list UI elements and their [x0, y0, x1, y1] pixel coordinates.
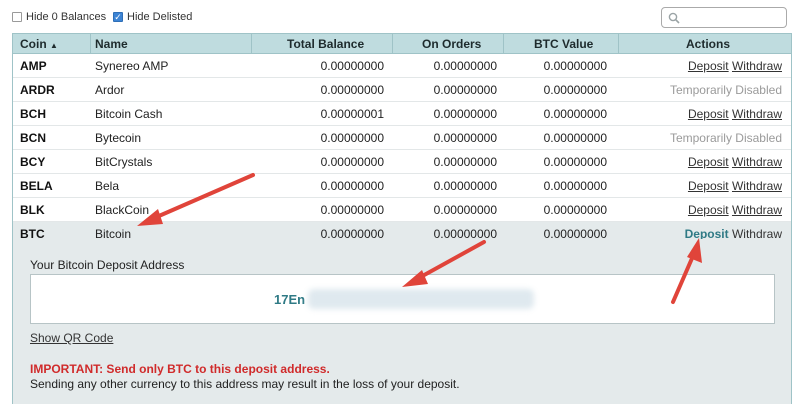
coin-symbol: ARDR — [20, 83, 55, 97]
total-balance: 0.00000000 — [320, 83, 384, 97]
deposit-link[interactable]: Deposit — [688, 59, 729, 73]
withdraw-link[interactable]: Withdraw — [732, 59, 782, 73]
search-input[interactable] — [661, 7, 787, 28]
header-total-balance[interactable]: Total Balance — [287, 37, 364, 51]
coin-name: BlackCoin — [95, 203, 150, 217]
hide-delisted-checkbox[interactable]: ✓ Hide Delisted — [113, 11, 192, 23]
header-name[interactable]: Name — [95, 37, 128, 51]
header-actions: Actions — [686, 37, 731, 51]
address-redaction — [308, 289, 534, 309]
deposit-link[interactable]: Deposit — [688, 179, 729, 193]
total-balance: 0.00000000 — [320, 131, 384, 145]
warning-note: Sending any other currency to this addre… — [30, 377, 460, 391]
withdraw-link[interactable]: Withdraw — [732, 107, 782, 121]
header-btc-value[interactable]: BTC Value — [534, 37, 593, 51]
coin-symbol: AMP — [20, 59, 47, 73]
on-orders: 0.00000000 — [433, 107, 497, 121]
important-warning: IMPORTANT: Send only BTC to this deposit… — [30, 362, 330, 376]
coin-name: BitCrystals — [95, 155, 153, 169]
btc-value: 0.00000000 — [543, 83, 607, 97]
table-row[interactable]: BCY BitCrystals 0.00000000 0.00000000 0.… — [13, 150, 791, 174]
btc-value: 0.00000000 — [543, 155, 607, 169]
on-orders: 0.00000000 — [433, 203, 497, 217]
btc-value: 0.00000000 — [543, 203, 607, 217]
coin-symbol: BCY — [20, 155, 46, 169]
table-row[interactable]: BCN Bytecoin 0.00000000 0.00000000 0.000… — [13, 126, 791, 150]
deposit-address[interactable]: 17En — [274, 292, 305, 307]
hide-zero-balances-checkbox[interactable]: Hide 0 Balances — [12, 11, 106, 23]
on-orders: 0.00000000 — [433, 59, 497, 73]
withdraw-link[interactable]: Withdraw — [732, 203, 782, 217]
coin-name: Bitcoin Cash — [95, 107, 163, 121]
hide-delisted-label: Hide Delisted — [127, 11, 193, 23]
table-row[interactable]: ARDR Ardor 0.00000000 0.00000000 0.00000… — [13, 78, 791, 102]
deposit-link[interactable]: Deposit — [688, 203, 729, 217]
checkbox-box[interactable] — [12, 12, 22, 22]
total-balance: 0.00000000 — [320, 179, 384, 193]
row-actions: Deposit Withdraw — [688, 203, 782, 217]
header-coin[interactable]: Coin ▲ — [20, 37, 58, 51]
coin-name: Synereo AMP — [95, 59, 169, 73]
row-actions: Deposit Withdraw — [688, 59, 782, 73]
deposit-link[interactable]: Deposit — [688, 155, 729, 169]
temporarily-disabled-label: Temporarily Disabled — [669, 83, 782, 97]
deposit-address-panel: Your Bitcoin Deposit Address 17En Show Q… — [12, 239, 792, 404]
temporarily-disabled-label: Temporarily Disabled — [669, 131, 782, 145]
table-row[interactable]: BLK BlackCoin 0.00000000 0.00000000 0.00… — [13, 198, 791, 222]
table-row[interactable]: BCH Bitcoin Cash 0.00000001 0.00000000 0… — [13, 102, 791, 126]
checkbox-box-checked[interactable]: ✓ — [113, 12, 123, 22]
coin-name: Bela — [95, 179, 120, 193]
balances-table: Coin ▲ Name Total Balance On Orders BTC … — [12, 33, 792, 245]
coin-name: Ardor — [95, 83, 125, 97]
table-header: Coin ▲ Name Total Balance On Orders BTC … — [13, 33, 791, 54]
btc-value: 0.00000000 — [543, 179, 607, 193]
coin-symbol: BELA — [20, 179, 53, 193]
table-row[interactable]: AMP Synereo AMP 0.00000000 0.00000000 0.… — [13, 54, 791, 78]
btc-value: 0.00000000 — [543, 131, 607, 145]
btc-value: 0.00000000 — [543, 107, 607, 121]
hide-zero-balances-label: Hide 0 Balances — [26, 11, 107, 23]
coin-name: Bytecoin — [95, 131, 142, 145]
withdraw-link[interactable]: Withdraw — [732, 179, 782, 193]
withdraw-link[interactable]: Withdraw — [732, 155, 782, 169]
on-orders: 0.00000000 — [433, 131, 497, 145]
show-qr-code-link[interactable]: Show QR Code — [30, 331, 113, 345]
total-balance: 0.00000000 — [320, 59, 384, 73]
search-icon — [668, 12, 680, 24]
coin-symbol: BLK — [20, 203, 45, 217]
header-on-orders[interactable]: On Orders — [422, 37, 481, 51]
on-orders: 0.00000000 — [433, 155, 497, 169]
sort-ascending-icon: ▲ — [50, 41, 58, 50]
deposit-address-label: Your Bitcoin Deposit Address — [30, 258, 185, 272]
coin-symbol: BCN — [20, 131, 46, 145]
on-orders: 0.00000000 — [433, 83, 497, 97]
coin-symbol: BCH — [20, 107, 46, 121]
table-row[interactable]: BELA Bela 0.00000000 0.00000000 0.000000… — [13, 174, 791, 198]
total-balance: 0.00000001 — [320, 107, 384, 121]
deposit-link[interactable]: Deposit — [688, 107, 729, 121]
total-balance: 0.00000000 — [320, 203, 384, 217]
btc-value: 0.00000000 — [543, 59, 607, 73]
on-orders: 0.00000000 — [433, 179, 497, 193]
filter-bar: Hide 0 Balances ✓ Hide Delisted — [0, 0, 800, 34]
total-balance: 0.00000000 — [320, 155, 384, 169]
row-actions: Deposit Withdraw — [688, 107, 782, 121]
deposit-address-box[interactable]: 17En — [30, 274, 775, 324]
row-actions: Deposit Withdraw — [688, 179, 782, 193]
row-actions: Deposit Withdraw — [688, 155, 782, 169]
